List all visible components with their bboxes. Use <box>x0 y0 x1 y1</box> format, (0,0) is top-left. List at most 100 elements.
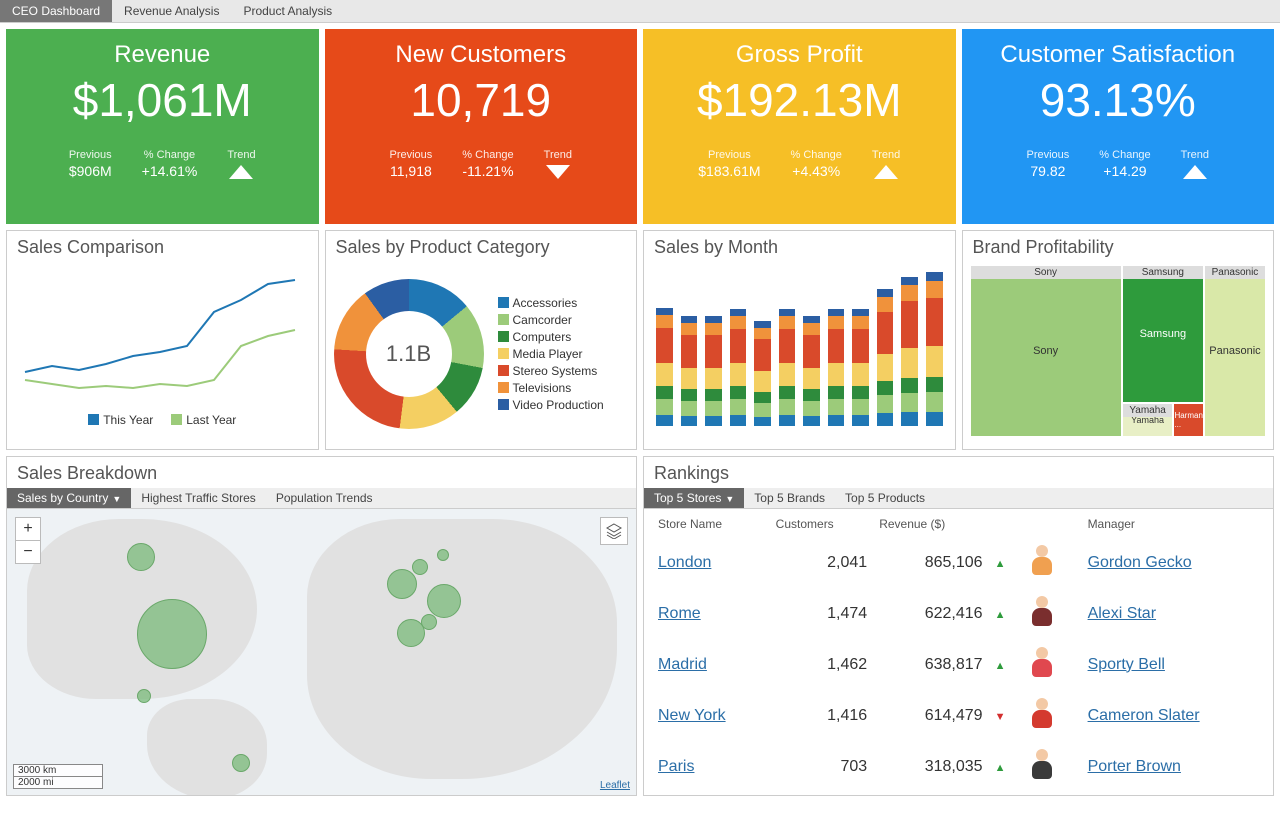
tab-ceo-dashboard[interactable]: CEO Dashboard <box>0 0 112 22</box>
breakdown-tab-highest-traffic-stores[interactable]: Highest Traffic Stores <box>131 488 266 508</box>
table-row: New York 1,416 614,479 ▼ Cameron Slater <box>652 690 1265 741</box>
kpi-gross-profit[interactable]: Gross Profit $192.13M Previous$183.61M %… <box>643 29 956 224</box>
sales-comparison-chart[interactable] <box>15 266 310 406</box>
manager-link[interactable]: Alexi Star <box>1088 605 1156 622</box>
kpi-value: 93.13% <box>1040 73 1196 127</box>
map-attribution[interactable]: Leaflet <box>600 780 630 791</box>
breakdown-tab-population-trends[interactable]: Population Trends <box>266 488 383 508</box>
table-row: Rome 1,474 622,416 ▲ Alexi Star <box>652 588 1265 639</box>
col-customers: Customers <box>770 513 874 537</box>
legend-camcorder: Camcorder <box>498 313 604 327</box>
treemap-chart[interactable]: Sony Sony Samsung Samsung Yamaha <box>971 266 1266 436</box>
bar-feb[interactable] <box>681 316 698 426</box>
rankings-tabs: Top 5 Stores▼Top 5 BrandsTop 5 Products <box>644 488 1273 509</box>
kpi-title: Gross Profit <box>736 41 863 69</box>
treemap-header-yamaha: Yamaha <box>1123 404 1173 417</box>
legend-televisions: Televisions <box>498 381 604 395</box>
bar-jun[interactable] <box>779 309 796 426</box>
store-link[interactable]: Rome <box>658 605 701 622</box>
legend-accessories: Accessories <box>498 296 604 310</box>
trend-up-icon <box>874 165 898 179</box>
map-scale: 3000 km 2000 mi <box>13 765 103 789</box>
panel-brand-profitability: Brand Profitability Sony Sony Samsung Sa… <box>962 230 1275 450</box>
rankings-tab-top-5-stores[interactable]: Top 5 Stores▼ <box>644 488 744 508</box>
table-row: Madrid 1,462 638,817 ▲ Sporty Bell <box>652 639 1265 690</box>
panel-title: Sales by Product Category <box>326 231 637 262</box>
bar-aug[interactable] <box>828 309 845 426</box>
chevron-down-icon: ▼ <box>725 494 734 504</box>
revenue-value: 638,817 <box>873 639 988 690</box>
kpi-value: $192.13M <box>697 73 902 127</box>
treemap-cell-sony: Sony <box>1033 345 1058 357</box>
table-row: London 2,041 865,106 ▲ Gordon Gecko <box>652 537 1265 588</box>
avatar <box>1028 747 1056 781</box>
legend-computers: Computers <box>498 330 604 344</box>
store-link[interactable]: Paris <box>658 758 694 775</box>
sales-by-month-chart[interactable] <box>652 266 947 426</box>
tab-revenue-analysis[interactable]: Revenue Analysis <box>112 0 231 22</box>
panel-title: Sales Comparison <box>7 231 318 262</box>
rankings-tab-top-5-brands[interactable]: Top 5 Brands <box>744 488 835 508</box>
col-spacer <box>1022 513 1081 537</box>
breakdown-tabs: Sales by Country▼Highest Traffic StoresP… <box>7 488 636 509</box>
kpi-revenue[interactable]: Revenue $1,061M Previous$906M % Change+1… <box>6 29 319 224</box>
avatar <box>1028 645 1056 679</box>
trend-up-icon: ▲ <box>995 558 1006 570</box>
legend-stereo-systems: Stereo Systems <box>498 364 604 378</box>
manager-link[interactable]: Cameron Slater <box>1088 707 1200 724</box>
main-tabs: CEO DashboardRevenue AnalysisProduct Ana… <box>0 0 1280 23</box>
avatar <box>1028 594 1056 628</box>
panel-title: Sales Breakdown <box>7 457 636 488</box>
col-revenue-: Revenue ($) <box>873 513 988 537</box>
store-link[interactable]: Madrid <box>658 656 707 673</box>
customers-value: 703 <box>770 741 874 792</box>
customers-value: 1,462 <box>770 639 874 690</box>
panel-title: Sales by Month <box>644 231 955 262</box>
panel-sales-by-month: Sales by Month <box>643 230 956 450</box>
bar-apr[interactable] <box>730 309 747 426</box>
treemap-header-panasonic: Panasonic <box>1205 266 1265 279</box>
panel-sales-by-category: Sales by Product Category 1.1B Accessori… <box>325 230 638 450</box>
kpi-customer-satisfaction[interactable]: Customer Satisfaction 93.13% Previous79.… <box>962 29 1275 224</box>
trend-up-icon: ▲ <box>995 762 1006 774</box>
donut-chart[interactable]: 1.1B <box>334 279 484 429</box>
revenue-value: 614,479 <box>873 690 988 741</box>
bar-mar[interactable] <box>705 316 722 426</box>
rankings-table: Store NameCustomersRevenue ($)Manager Lo… <box>652 513 1265 792</box>
table-row: Paris 703 318,035 ▲ Porter Brown <box>652 741 1265 792</box>
bar-sep[interactable] <box>852 309 869 426</box>
customers-value: 2,041 <box>770 537 874 588</box>
bar-jan[interactable] <box>656 308 673 426</box>
treemap-cell-harman: Harman ... <box>1174 411 1202 429</box>
donut-legend: AccessoriesCamcorderComputersMedia Playe… <box>498 293 604 415</box>
chevron-down-icon: ▼ <box>112 494 121 504</box>
legend-video-production: Video Production <box>498 398 604 412</box>
map-zoom: + − <box>15 517 41 564</box>
manager-link[interactable]: Sporty Bell <box>1088 656 1165 673</box>
zoom-out-button[interactable]: − <box>16 541 40 563</box>
rankings-tab-top-5-products[interactable]: Top 5 Products <box>835 488 935 508</box>
bar-may[interactable] <box>754 321 771 426</box>
panel-sales-breakdown: Sales Breakdown Sales by Country▼Highest… <box>6 456 637 796</box>
store-link[interactable]: London <box>658 554 711 571</box>
revenue-value: 865,106 <box>873 537 988 588</box>
breakdown-tab-sales-by-country[interactable]: Sales by Country▼ <box>7 488 131 508</box>
manager-link[interactable]: Gordon Gecko <box>1088 554 1192 571</box>
layers-icon <box>606 523 622 539</box>
legend-last-year: Last Year <box>186 413 236 427</box>
tab-product-analysis[interactable]: Product Analysis <box>231 0 344 22</box>
store-link[interactable]: New York <box>658 707 726 724</box>
kpi-title: Revenue <box>114 41 210 69</box>
zoom-in-button[interactable]: + <box>16 518 40 541</box>
kpi-new-customers[interactable]: New Customers 10,719 Previous11,918 % Ch… <box>325 29 638 224</box>
trend-up-icon <box>229 165 253 179</box>
map[interactable]: + − 3000 km 2000 mi <box>7 509 636 795</box>
bar-dec[interactable] <box>926 272 943 426</box>
bar-jul[interactable] <box>803 316 820 426</box>
manager-link[interactable]: Porter Brown <box>1088 758 1181 775</box>
bar-oct[interactable] <box>877 289 894 426</box>
panel-sales-comparison: Sales Comparison This Year Last Year <box>6 230 319 450</box>
layers-button[interactable] <box>600 517 628 545</box>
bar-nov[interactable] <box>901 277 918 426</box>
donut-center: 1.1B <box>366 311 452 397</box>
